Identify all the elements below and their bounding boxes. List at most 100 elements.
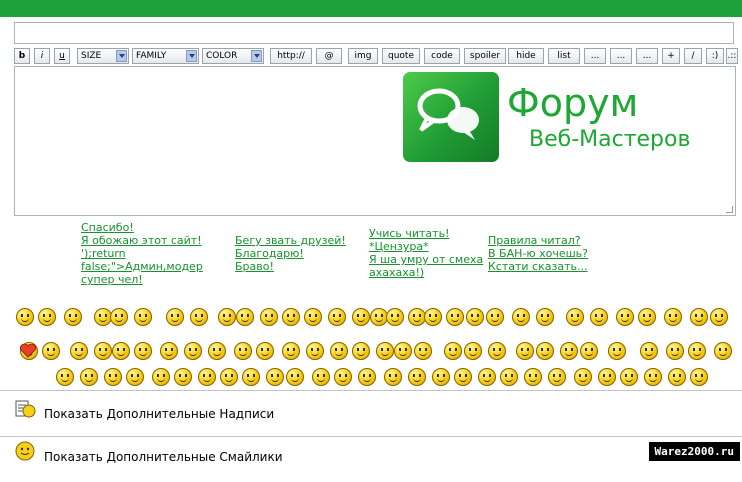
smiley-icon[interactable] [408, 368, 426, 386]
smiley-icon[interactable] [208, 342, 226, 360]
smiley-icon[interactable] [282, 342, 300, 360]
smiley-icon[interactable] [478, 368, 496, 386]
smiley-icon[interactable] [104, 368, 122, 386]
img-button[interactable]: img [348, 48, 378, 64]
email-button[interactable]: @ [316, 48, 342, 64]
smiley-icon[interactable] [424, 308, 442, 326]
heart-icon[interactable] [20, 344, 36, 358]
smiley-icon[interactable] [330, 342, 348, 360]
plus-button[interactable]: + [662, 48, 680, 64]
smiley-icon[interactable] [282, 308, 300, 326]
color-select[interactable]: COLOR [202, 48, 264, 64]
phrase-link[interactable]: Учись читать! [369, 227, 449, 240]
smiley-icon[interactable] [536, 308, 554, 326]
smiley-icon[interactable] [110, 308, 128, 326]
phrase-link[interactable]: Спасибо! [81, 221, 134, 234]
smiley-icon[interactable] [512, 308, 530, 326]
smiley-icon[interactable] [334, 368, 352, 386]
smiley-icon[interactable] [640, 342, 658, 360]
smiley-icon[interactable] [112, 342, 130, 360]
underline-button[interactable]: u [54, 48, 70, 64]
smiley-icon[interactable] [126, 368, 144, 386]
smiley-icon[interactable] [166, 308, 184, 326]
smiley-icon[interactable] [598, 368, 616, 386]
smiley-icon[interactable] [668, 368, 686, 386]
phrase-link[interactable]: ');return [81, 247, 126, 260]
phrase-link[interactable]: Браво! [235, 260, 274, 273]
url-button[interactable]: http:// [270, 48, 312, 64]
smiley-icon[interactable] [56, 368, 74, 386]
smiley-icon[interactable] [414, 342, 432, 360]
smiley-icon[interactable] [644, 368, 662, 386]
phrase-link[interactable]: супер чел! [81, 273, 143, 286]
hide-button[interactable]: hide [508, 48, 544, 64]
smiley-icon[interactable] [464, 342, 482, 360]
extra-button[interactable]: .:: [726, 48, 738, 64]
smiley-icon[interactable] [688, 342, 706, 360]
smiley-icon[interactable] [384, 368, 402, 386]
phrase-link[interactable]: ахахаха!) [369, 266, 424, 279]
smiley-icon[interactable] [236, 308, 254, 326]
smiley-icon[interactable] [454, 368, 472, 386]
subject-input[interactable] [14, 22, 734, 44]
more-button-2[interactable]: ... [610, 48, 632, 64]
smiley-icon[interactable] [160, 342, 178, 360]
more-button-3[interactable]: ... [636, 48, 658, 64]
list-button[interactable]: list [548, 48, 580, 64]
smiley-icon[interactable] [190, 308, 208, 326]
smiley-icon[interactable] [266, 368, 284, 386]
spoiler-button[interactable]: spoiler [464, 48, 506, 64]
smiley-icon[interactable] [608, 342, 626, 360]
smiley-icon[interactable] [134, 308, 152, 326]
smiley-icon[interactable] [358, 368, 376, 386]
smiley-icon[interactable] [590, 308, 608, 326]
smiley-icon[interactable] [548, 368, 566, 386]
resize-handle-icon[interactable] [726, 206, 733, 213]
smiley-icon[interactable] [16, 308, 34, 326]
smiley-icon[interactable] [710, 308, 728, 326]
smiley-icon[interactable] [466, 308, 484, 326]
smiley-icon[interactable] [394, 342, 412, 360]
smiley-icon[interactable] [574, 368, 592, 386]
smiley-icon[interactable] [638, 308, 656, 326]
smiley-icon[interactable] [184, 342, 202, 360]
smiley-icon[interactable] [376, 342, 394, 360]
show-extra-captions-row[interactable]: Показать Дополнительные Надписи [0, 392, 742, 436]
smiley-icon[interactable] [664, 308, 682, 326]
smiley-icon[interactable] [690, 308, 708, 326]
size-select[interactable]: SIZE [77, 48, 129, 64]
phrase-link[interactable]: Благодарю! [235, 247, 304, 260]
smiley-icon[interactable] [152, 368, 170, 386]
smiley-icon[interactable] [328, 308, 346, 326]
more-button-1[interactable]: ... [584, 48, 606, 64]
smiley-icon[interactable] [524, 368, 542, 386]
smiley-icon[interactable] [174, 368, 192, 386]
quote-button[interactable]: quote [382, 48, 420, 64]
smiley-icon[interactable] [690, 368, 708, 386]
smiley-icon[interactable] [666, 342, 684, 360]
smiley-button[interactable]: :) [706, 48, 724, 64]
smiley-icon[interactable] [42, 342, 60, 360]
italic-button[interactable]: i [34, 48, 50, 64]
smiley-icon[interactable] [38, 308, 56, 326]
phrase-link[interactable]: Правила читал? [488, 234, 581, 247]
smiley-icon[interactable] [560, 342, 578, 360]
smiley-icon[interactable] [580, 342, 598, 360]
show-extra-smilies-row[interactable]: Показать Дополнительные Смайлики [0, 438, 742, 482]
phrase-link[interactable]: *Цензура* [369, 240, 429, 253]
smiley-icon[interactable] [536, 342, 554, 360]
smiley-icon[interactable] [220, 368, 238, 386]
smiley-icon[interactable] [432, 368, 450, 386]
phrase-link[interactable]: Бегу звать друзей! [235, 234, 346, 247]
phrase-link[interactable]: Я ша умру от смеха [369, 253, 483, 266]
phrase-link[interactable]: false;">Админ,модер [81, 260, 203, 273]
family-select[interactable]: FAMILY [132, 48, 199, 64]
smiley-icon[interactable] [286, 368, 304, 386]
smiley-icon[interactable] [352, 342, 370, 360]
smiley-icon[interactable] [260, 308, 278, 326]
smiley-icon[interactable] [134, 342, 152, 360]
phrase-link[interactable]: Я обожаю этот сайт! [81, 234, 202, 247]
phrase-link[interactable]: В БАН-ю хочешь? [488, 247, 588, 260]
smiley-icon[interactable] [516, 342, 534, 360]
smiley-icon[interactable] [386, 308, 404, 326]
